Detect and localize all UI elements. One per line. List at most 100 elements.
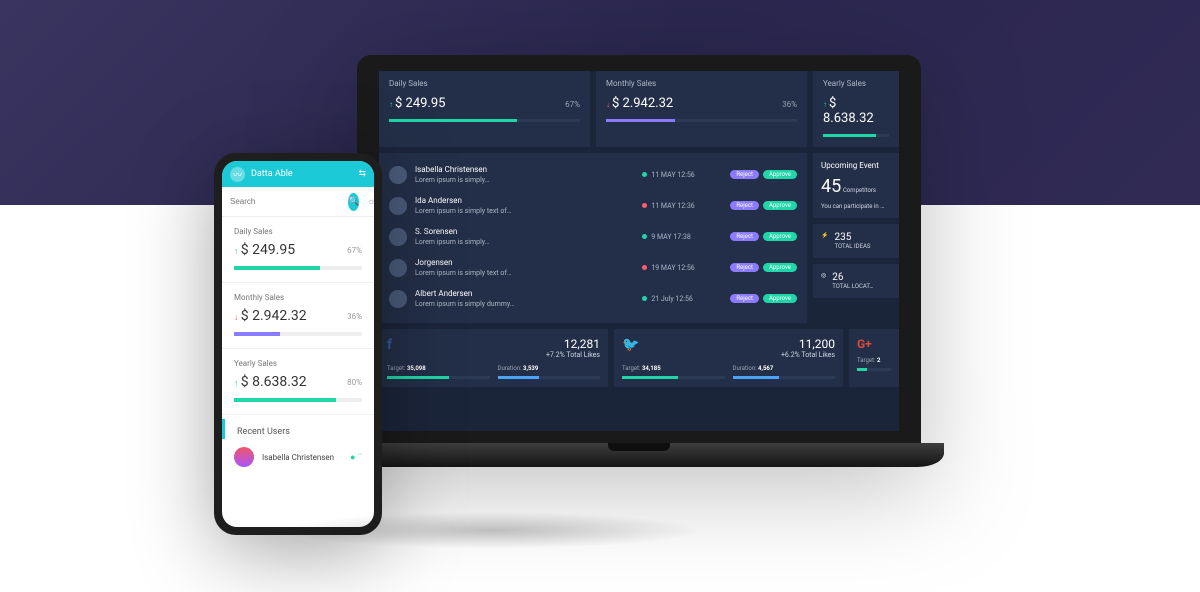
user-name: Isabella Christensen bbox=[415, 165, 634, 174]
recent-users-list: Isabella Christensen Lorem ipsum is simpl… bbox=[379, 153, 807, 323]
avatar bbox=[389, 290, 407, 308]
card-pct: 36% bbox=[347, 312, 362, 321]
approve-button[interactable]: Approve bbox=[763, 263, 797, 272]
total-locations-card[interactable]: ◎ 26TOTAL LOCAT… bbox=[813, 264, 899, 298]
date: 9 MAY 17:38 bbox=[651, 233, 690, 241]
app-title: Datta Able bbox=[251, 169, 352, 179]
list-item[interactable]: S. SorensenLorem ipsum is simply… 9 MAY … bbox=[379, 221, 807, 252]
reject-button[interactable]: Reject bbox=[730, 263, 759, 272]
toolbar: 🔍 ☼ ◇▾ ⚙ bbox=[222, 187, 374, 217]
avatar bbox=[234, 447, 254, 467]
duration-value: 3,539 bbox=[523, 365, 538, 372]
target-value: 2 bbox=[877, 357, 880, 364]
user-sub: Lorem ipsum is simply dummy… bbox=[415, 300, 634, 308]
avatar bbox=[389, 166, 407, 184]
user-name: Albert Andersen bbox=[415, 289, 634, 298]
event-unit: Competitors bbox=[843, 187, 876, 194]
card-pct: 80% bbox=[347, 378, 362, 387]
yearly-sales-card[interactable]: Yearly Sales ↑ $ 8.638.32 80% bbox=[222, 349, 374, 415]
upcoming-event-card[interactable]: Upcoming Event 45 Competitors You can pa… bbox=[813, 153, 899, 218]
recent-users-title: Recent Users bbox=[222, 419, 374, 439]
list-item[interactable]: Isabella Christensen Lorem ipsum is simpl… bbox=[379, 159, 807, 190]
progress-bar bbox=[234, 266, 362, 270]
card-value: $ 8.638.32 bbox=[823, 96, 874, 126]
daily-sales-card[interactable]: Daily Sales ↑ $ 249.95 67% bbox=[222, 217, 374, 283]
date: 19 MAY 12:56 bbox=[651, 264, 694, 272]
status-dot-icon: ● ˙˙ bbox=[350, 452, 362, 463]
reject-button[interactable]: Reject bbox=[730, 201, 759, 210]
user-sub: Lorem ipsum is simply… bbox=[415, 176, 634, 184]
menu-icon[interactable]: ⇆ bbox=[358, 169, 366, 179]
card-value: $ 8.638.32 bbox=[241, 374, 307, 390]
status-dot-icon bbox=[642, 172, 647, 177]
search-input[interactable] bbox=[230, 197, 340, 206]
user-name: Isabella Christensen bbox=[262, 453, 334, 462]
status-dot-icon bbox=[642, 234, 647, 239]
approve-button[interactable]: Approve bbox=[763, 201, 797, 210]
twitter-icon: 🐦 bbox=[622, 337, 639, 359]
likes-count: 12,281 bbox=[546, 337, 600, 351]
card-pct: 67% bbox=[565, 100, 580, 109]
card-label: Daily Sales bbox=[234, 227, 362, 236]
laptop-screen: Daily Sales ↑ $ 249.95 67% Monthly Sales… bbox=[379, 71, 899, 431]
card-value: $ 2.942.32 bbox=[612, 96, 673, 111]
stat-cards-row: Daily Sales ↑ $ 249.95 67% Monthly Sales… bbox=[379, 71, 899, 147]
stat-value: 26 bbox=[832, 272, 873, 283]
date: 11 MAY 12:36 bbox=[651, 202, 694, 210]
arrow-up-icon: ↑ bbox=[823, 100, 827, 109]
notification-icon[interactable]: ☼ bbox=[367, 196, 374, 207]
card-label: Yearly Sales bbox=[234, 359, 362, 368]
arrow-up-icon: ↑ bbox=[234, 379, 239, 389]
facebook-icon: f bbox=[387, 337, 392, 359]
status-dot-icon bbox=[642, 265, 647, 270]
list-item[interactable]: Albert Andersen Lorem ipsum is simply dum… bbox=[379, 283, 807, 314]
phone-mockup: 〰 Datta Able ⇆ 🔍 ☼ ◇▾ ⚙ Daily Sales ↑ $ … bbox=[214, 153, 382, 535]
arrow-up-icon: ↑ bbox=[389, 100, 393, 109]
monthly-sales-card[interactable]: Monthly Sales ↓ $ 2.942.32 36% bbox=[596, 71, 807, 147]
total-ideas-card[interactable]: ⚡ 235TOTAL IDEAS bbox=[813, 224, 899, 258]
card-value: $ 2.942.32 bbox=[241, 308, 307, 324]
user-sub: Lorem ipsum is simply text of… bbox=[415, 269, 634, 277]
laptop-mockup: Daily Sales ↑ $ 249.95 67% Monthly Sales… bbox=[334, 55, 944, 495]
approve-button[interactable]: Approve bbox=[763, 232, 797, 241]
duration-value: 4,567 bbox=[758, 365, 773, 372]
app-header: 〰 Datta Able ⇆ bbox=[222, 161, 374, 187]
list-item[interactable]: Isabella Christensen ● ˙˙ bbox=[222, 439, 374, 475]
progress-bar bbox=[234, 398, 362, 402]
date: 21 July 12:56 bbox=[651, 295, 693, 303]
yearly-sales-card[interactable]: Yearly Sales ↑ $ 8.638.32 bbox=[813, 71, 899, 147]
status-dot-icon bbox=[642, 203, 647, 208]
user-name: S. Sorensen bbox=[415, 227, 634, 236]
likes-count: 11,200 bbox=[781, 337, 835, 351]
avatar bbox=[389, 259, 407, 277]
approve-button[interactable]: Approve bbox=[763, 294, 797, 303]
progress-bar bbox=[606, 119, 797, 122]
googleplus-icon: G+ bbox=[857, 337, 872, 351]
reject-button[interactable]: Reject bbox=[730, 232, 759, 241]
card-label: Daily Sales bbox=[389, 79, 580, 88]
likes-change: +7.2% Total Likes bbox=[546, 351, 600, 359]
avatar bbox=[389, 197, 407, 215]
monthly-sales-card[interactable]: Monthly Sales ↓ $ 2.942.32 36% bbox=[222, 283, 374, 349]
list-item[interactable]: Ida AndersenLorem ipsum is simply text o… bbox=[379, 190, 807, 221]
card-pct: 67% bbox=[347, 246, 362, 255]
progress-bar bbox=[234, 332, 362, 336]
progress-bar bbox=[823, 134, 889, 137]
user-name: Ida Andersen bbox=[415, 196, 634, 205]
search-button[interactable]: 🔍 bbox=[348, 193, 359, 211]
list-item[interactable]: JorgensenLorem ipsum is simply text of… … bbox=[379, 252, 807, 283]
event-note: You can participate in … bbox=[821, 203, 891, 210]
card-value: $ 249.95 bbox=[395, 96, 446, 111]
twitter-card[interactable]: 🐦 11,200+6.2% Total Likes Target: 34,185… bbox=[614, 329, 843, 387]
card-label: Yearly Sales bbox=[823, 79, 889, 88]
daily-sales-card[interactable]: Daily Sales ↑ $ 249.95 67% bbox=[379, 71, 590, 147]
googleplus-card[interactable]: G+ Target: 2 bbox=[849, 329, 899, 387]
reject-button[interactable]: Reject bbox=[730, 170, 759, 179]
laptop-bezel: Daily Sales ↑ $ 249.95 67% Monthly Sales… bbox=[357, 55, 921, 449]
reject-button[interactable]: Reject bbox=[730, 294, 759, 303]
approve-button[interactable]: Approve bbox=[763, 170, 797, 179]
progress-bar bbox=[389, 119, 580, 122]
card-label: Monthly Sales bbox=[234, 293, 362, 302]
facebook-card[interactable]: f 12,281+7.2% Total Likes Target: 35,098… bbox=[379, 329, 608, 387]
app-logo-icon: 〰 bbox=[230, 167, 245, 182]
